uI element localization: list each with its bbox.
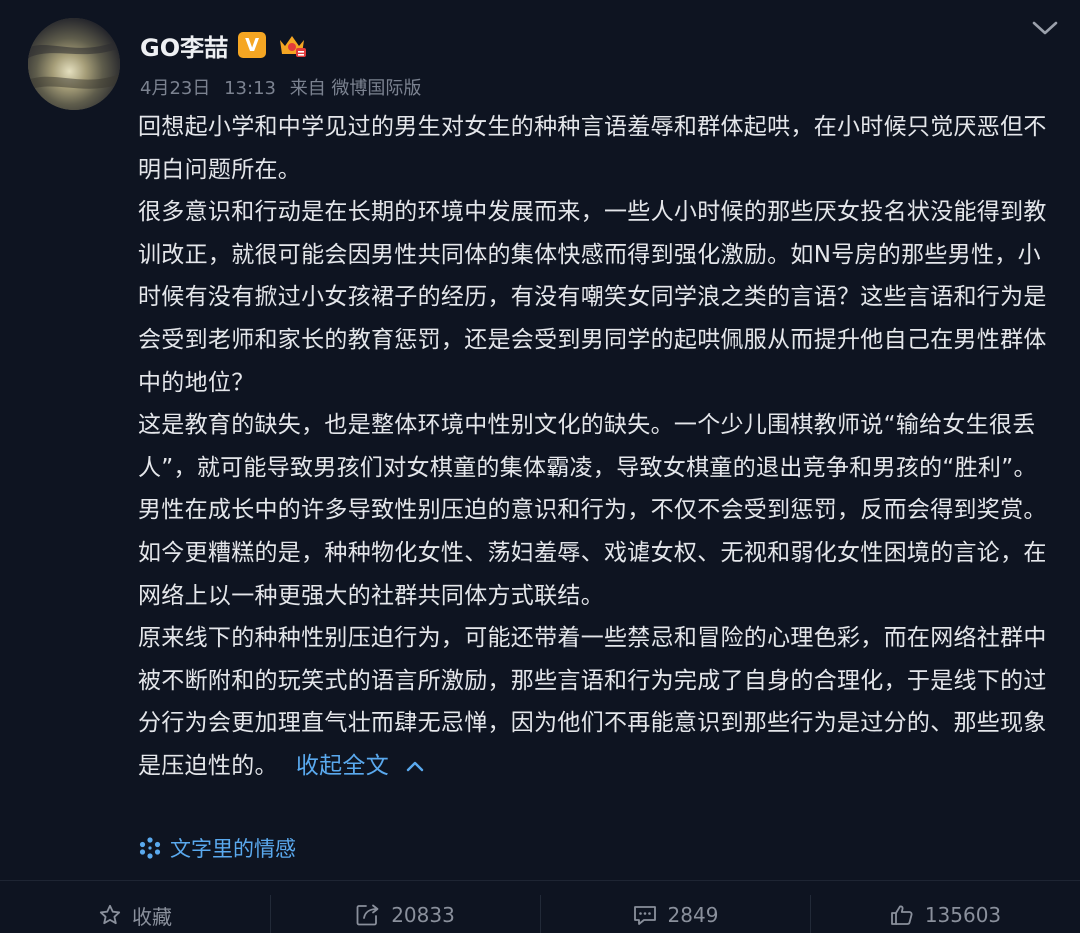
favorite-label: 收藏 <box>132 904 172 929</box>
topic-link[interactable]: 文字里的情感 <box>138 830 296 866</box>
post-body: 回想起小学和中学见过的男生对女生的种种言语羞辱和群体起哄，在小时候只觉厌恶但不明… <box>138 106 1056 788</box>
username[interactable]: GO李喆 <box>140 28 228 63</box>
post-header: GO李喆 V 4月23日 13:13 来自 微博国际版 <box>0 0 1080 110</box>
thumbs-up-icon <box>890 905 913 925</box>
comment-icon <box>633 906 656 925</box>
paragraph: 这是教育的缺失，也是整体环境中性别文化的缺失。一个少儿围棋教师说“输给女生很丢人… <box>138 412 1047 524</box>
avatar-image <box>28 18 120 110</box>
chevron-down-icon[interactable] <box>1030 16 1060 40</box>
post-time: 13:13 <box>224 78 276 99</box>
paragraph: 原来线下的种种性别压迫行为，可能还带着一些禁忌和冒险的心理色彩，而在网络社群中被… <box>138 617 1056 787</box>
repost-button[interactable]: 20833 <box>270 881 540 933</box>
collapse-label: 收起全文 <box>295 752 390 779</box>
favorite-button[interactable]: 收藏 <box>0 881 270 933</box>
chevron-up-icon <box>406 762 424 772</box>
paragraph-text: 原来线下的种种性别压迫行为，可能还带着一些禁忌和冒险的心理色彩，而在网络社群中被… <box>138 625 1047 779</box>
like-count: 135603 <box>924 903 1002 927</box>
crown-badge-icon <box>276 30 308 60</box>
star-icon <box>99 904 121 925</box>
comment-button[interactable]: 2849 <box>540 881 810 933</box>
paragraph: 如今更糟糕的是，种种物化女性、荡妇羞辱、戏谑女权、无视和弱化女性困境的言论，在网… <box>138 539 1047 609</box>
comment-count: 2849 <box>667 903 719 927</box>
repost-icon <box>356 904 379 926</box>
post-meta: 4月23日 13:13 来自 微博国际版 <box>140 74 421 100</box>
verified-badge-icon: V <box>238 32 267 58</box>
paragraph: 很多意识和行动是在长期的环境中发展而来，一些人小时候的那些厌女投名状没能得到教训… <box>138 199 1047 396</box>
avatar[interactable] <box>28 18 120 110</box>
collapse-button[interactable]: 收起全文 <box>296 753 425 779</box>
post-date: 4月23日 <box>140 78 211 99</box>
topic-label: 文字里的情感 <box>170 837 296 861</box>
like-button[interactable]: 135603 <box>810 881 1080 933</box>
post-source[interactable]: 来自 微博国际版 <box>290 78 422 99</box>
action-bar: 收藏 20833 2849 135603 <box>0 880 1080 933</box>
paragraph: 回想起小学和中学见过的男生对女生的种种言语羞辱和群体起哄，在小时候只觉厌恶但不明… <box>138 114 1047 183</box>
repost-count: 20833 <box>391 903 455 927</box>
username-row: GO李喆 V <box>140 28 308 62</box>
sparkle-icon <box>139 837 161 859</box>
weibo-post: GO李喆 V 4月23日 13:13 来自 微博国际版 回想起小学和中学见过的男… <box>0 0 1080 933</box>
